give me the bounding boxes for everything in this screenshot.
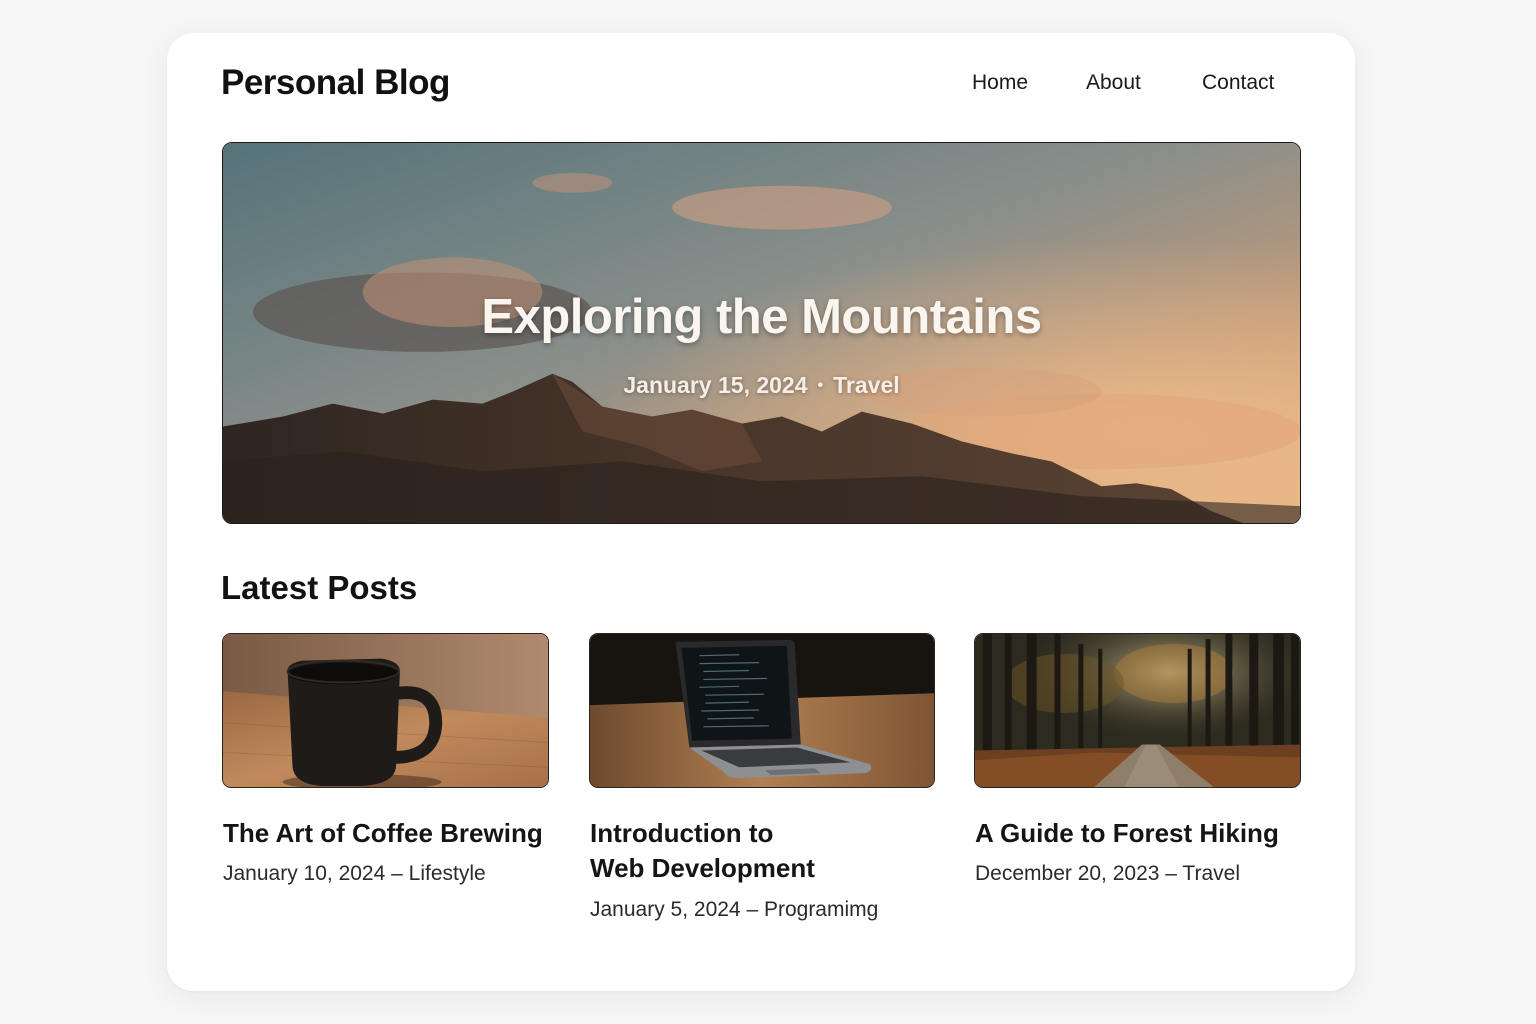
laptop-image <box>590 634 934 787</box>
hero-date: January 15, 2024 <box>623 372 808 398</box>
coffee-mug-image <box>223 634 548 787</box>
hero-category[interactable]: Travel <box>833 372 900 398</box>
post-title-line2[interactable]: Web Development <box>590 851 815 886</box>
page-card: Personal Blog Home About Contact Explori… <box>167 33 1355 991</box>
hero-separator: • <box>817 377 824 394</box>
post-thumbnail[interactable] <box>974 633 1301 788</box>
latest-posts-heading: Latest Posts <box>221 569 418 606</box>
post-thumbnail[interactable] <box>222 633 549 788</box>
post-meta: January 5, 2024 – Programimg <box>590 898 879 921</box>
post-title[interactable]: A Guide to Forest Hiking <box>975 816 1279 851</box>
post-title[interactable]: The Art of Coffee Brewing <box>223 816 543 851</box>
post-title[interactable]: Introduction to Web Development <box>590 816 815 886</box>
nav-about-link[interactable]: About <box>1086 71 1141 95</box>
post-meta: December 20, 2023 – Travel <box>975 862 1240 885</box>
hero-featured-post[interactable]: Exploring the Mountains January 15, 2024… <box>222 142 1301 524</box>
nav-home-link[interactable]: Home <box>972 71 1028 95</box>
forest-path-image <box>975 634 1300 787</box>
main-nav: Home About Contact <box>167 71 1355 101</box>
post-meta: January 10, 2024 – Lifestyle <box>223 862 486 885</box>
nav-contact-link[interactable]: Contact <box>1202 71 1274 95</box>
hero-meta: January 15, 2024 • Travel <box>223 372 1300 399</box>
hero-title[interactable]: Exploring the Mountains <box>223 289 1300 345</box>
post-title-line1[interactable]: Introduction to <box>590 816 815 851</box>
post-thumbnail[interactable] <box>589 633 935 788</box>
